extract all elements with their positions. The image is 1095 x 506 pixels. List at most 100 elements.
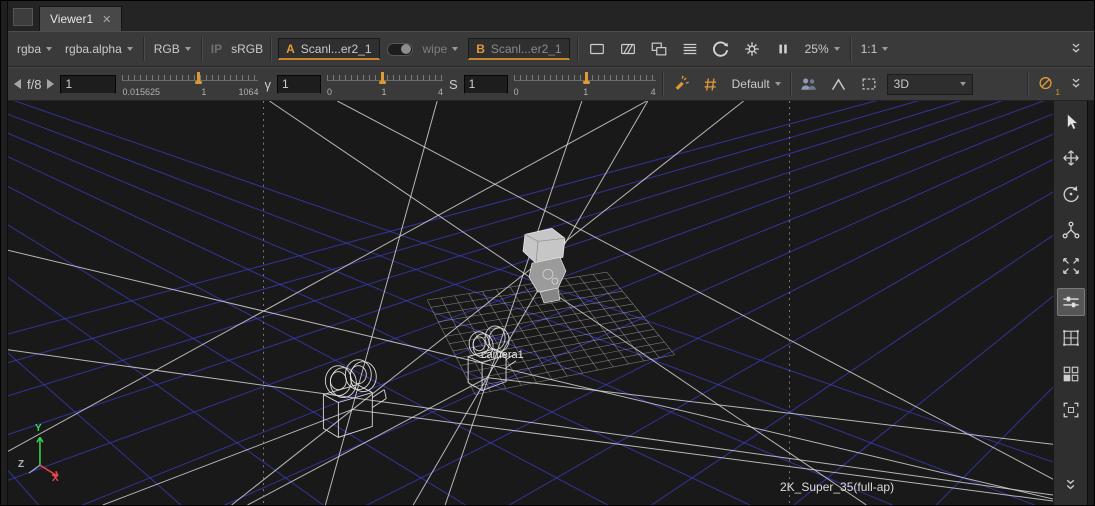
3d-scene xyxy=(8,101,1053,505)
3d-lighting-icon[interactable] xyxy=(669,72,693,96)
gamma-slider[interactable]: 0 1 4 xyxy=(327,70,443,98)
separator xyxy=(577,37,578,61)
grid-snap-icon[interactable] xyxy=(699,72,723,96)
wipe-mode-dropdown[interactable]: wipe xyxy=(420,40,462,58)
lock-badge: 1 xyxy=(1056,88,1060,97)
pause-updates-icon[interactable] xyxy=(771,37,795,61)
rotate-tool-icon[interactable] xyxy=(1057,180,1085,208)
input-process-button[interactable]: IP xyxy=(209,42,224,56)
pixel-aspect-dropdown[interactable]: 1:1 xyxy=(858,40,892,58)
expand-tool-icon[interactable] xyxy=(1057,252,1085,280)
tick-label: 4 xyxy=(651,87,656,97)
frame-view-icon[interactable] xyxy=(1057,396,1085,424)
srgb-lut-label[interactable]: sRGB xyxy=(231,42,263,56)
separator xyxy=(201,37,202,61)
saturation-input[interactable]: 1 xyxy=(464,75,508,94)
window-right-edge xyxy=(1087,101,1094,505)
viewer-toolbar-bottom: f/8 1 0.015625 1 1064 γ 1 0 1 4 S xyxy=(8,67,1094,101)
axis-z-label: Z xyxy=(18,459,24,470)
node-tree-icon[interactable] xyxy=(1057,216,1085,244)
select-cursor-icon[interactable] xyxy=(1057,108,1085,136)
tick-label: 1 xyxy=(201,87,206,97)
separator xyxy=(143,37,144,61)
chevron-down-icon xyxy=(185,47,191,51)
prev-exposure-icon[interactable] xyxy=(14,79,21,89)
mask-overlay-icon[interactable] xyxy=(585,37,609,61)
pane-menu-button[interactable] xyxy=(13,8,33,26)
saturation-slider[interactable]: 0 1 4 xyxy=(514,70,656,98)
clone-viewer-icon[interactable] xyxy=(647,37,671,61)
tick-label: 1 xyxy=(583,87,588,97)
roi-region-icon[interactable] xyxy=(857,72,881,96)
axis-x-label: X xyxy=(52,473,59,484)
axis-y-label: Y xyxy=(35,423,42,434)
alpha-channel-dropdown[interactable]: rgba.alpha xyxy=(62,40,136,58)
viewer-window: Viewer1 ✕ rgba rgba.alpha RGB IP sRGB A … xyxy=(0,0,1095,506)
viewport-3d[interactable]: camera1 2K_Super_35(full-ap) Y X Z xyxy=(8,101,1053,505)
ab-toggle[interactable] xyxy=(387,43,413,56)
viewer-toolbar-top: rgba rgba.alpha RGB IP sRGB A Scanl...er… xyxy=(8,31,1094,67)
tick-label: 1 xyxy=(381,87,386,97)
tab-bar: Viewer1 ✕ xyxy=(8,1,1094,31)
lattice-grid-icon[interactable] xyxy=(1057,324,1085,352)
separator xyxy=(1027,72,1028,96)
display-style-dropdown[interactable]: RGB xyxy=(151,40,194,58)
input-a-label: A xyxy=(286,42,295,56)
chevron-down-icon xyxy=(775,82,781,86)
chevron-down-icon xyxy=(882,47,888,51)
tab-viewer1[interactable]: Viewer1 ✕ xyxy=(39,6,122,31)
display-properties-icon[interactable] xyxy=(1057,288,1085,316)
collapse-toolbar-icon[interactable] xyxy=(1064,37,1088,61)
chevron-down-icon xyxy=(834,47,840,51)
tick-label: 0 xyxy=(327,87,332,97)
window-left-edge xyxy=(1,1,8,505)
next-exposure-icon[interactable] xyxy=(47,79,54,89)
chevron-down-icon xyxy=(960,82,966,86)
tick-label: 4 xyxy=(438,87,443,97)
fstop-label[interactable]: f/8 xyxy=(27,77,41,92)
zebra-overlay-icon[interactable] xyxy=(616,37,640,61)
input-b-selector[interactable]: B Scanl...er2_1 xyxy=(468,38,569,60)
gain-slider[interactable]: 0.015625 1 1064 xyxy=(122,70,258,98)
layer-stack-icon[interactable] xyxy=(678,37,702,61)
translate-tool-icon[interactable] xyxy=(1057,144,1085,172)
tab-close-icon[interactable]: ✕ xyxy=(102,13,111,26)
tick-label: 1064 xyxy=(238,87,258,97)
gamma-label: γ xyxy=(264,77,271,92)
roi-gear-icon[interactable] xyxy=(740,37,764,61)
slider-handle[interactable] xyxy=(585,72,588,82)
input-b-value: Scanl...er2_1 xyxy=(491,42,562,56)
tick-label: 0 xyxy=(514,87,519,97)
input-a-selector[interactable]: A Scanl...er2_1 xyxy=(278,38,379,60)
separator xyxy=(270,37,271,61)
saturation-label: S xyxy=(449,77,458,92)
viewer-lock-icon[interactable]: 1 xyxy=(1034,72,1058,96)
input-a-value: Scanl...er2_1 xyxy=(301,42,372,56)
refresh-icon[interactable] xyxy=(709,37,733,61)
histogram-curve-icon[interactable] xyxy=(827,72,851,96)
slider-track xyxy=(122,80,258,81)
stereo-views-icon[interactable] xyxy=(797,72,821,96)
gamma-input[interactable]: 1 xyxy=(277,75,321,94)
view-mode-dropdown[interactable]: 3D xyxy=(887,74,973,95)
separator xyxy=(790,72,791,96)
separator xyxy=(850,37,851,61)
collapse-toolbar-icon[interactable] xyxy=(1064,72,1088,96)
input-b-label: B xyxy=(476,42,485,56)
zoom-level-dropdown[interactable]: 25% xyxy=(802,40,843,58)
camera-name-label[interactable]: camera1 xyxy=(481,349,524,361)
gain-input[interactable]: 1 xyxy=(60,75,116,94)
collapse-side-toolbar-icon[interactable] xyxy=(1057,471,1085,499)
chevron-down-icon xyxy=(452,47,458,51)
lut-dropdown[interactable]: Default xyxy=(729,75,784,93)
slider-handle[interactable] xyxy=(197,72,200,82)
tick-label: 0.015625 xyxy=(122,87,160,97)
separator xyxy=(662,72,663,96)
viewport-side-toolbar xyxy=(1053,101,1087,505)
quad-view-icon[interactable] xyxy=(1057,360,1085,388)
tab-label: Viewer1 xyxy=(50,12,93,26)
slider-handle[interactable] xyxy=(381,72,384,82)
format-label: 2K_Super_35(full-ap) xyxy=(780,480,894,494)
channels-dropdown[interactable]: rgba xyxy=(14,40,55,58)
toggle-knob xyxy=(401,44,411,54)
